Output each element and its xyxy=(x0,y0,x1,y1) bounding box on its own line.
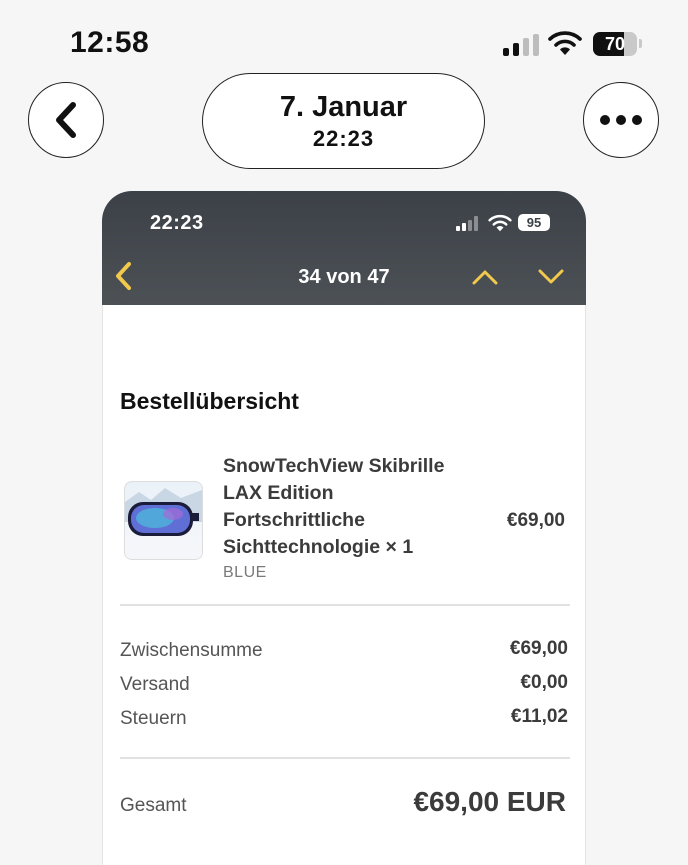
inner-battery-icon: 95 xyxy=(518,214,550,231)
back-button[interactable] xyxy=(28,82,104,158)
divider xyxy=(120,604,570,606)
total-label: Gesamt xyxy=(120,795,187,816)
inner-wifi-icon xyxy=(488,214,512,232)
summary-row-subtotal: Zwischensumme €69,00 xyxy=(120,638,568,662)
chevron-down-icon[interactable] xyxy=(536,265,566,289)
screenshot-preview: 22:23 95 34 von 47 Bestellübersicht Snow… xyxy=(102,191,586,865)
inner-status-time: 22:23 xyxy=(150,212,204,234)
battery-level: 70 xyxy=(604,34,626,54)
summary-value: €0,00 xyxy=(520,672,568,693)
more-button[interactable] xyxy=(583,82,659,158)
battery-tip xyxy=(639,39,642,48)
status-time: 12:58 xyxy=(70,26,150,59)
summary-value: €11,02 xyxy=(510,706,568,727)
cellular-signal-icon xyxy=(503,34,539,56)
header-date: 7. Januar xyxy=(279,91,408,123)
date-pill[interactable]: 7. Januar 22:23 xyxy=(202,73,485,169)
status-bar: 12:58 70 xyxy=(0,0,688,80)
summary-label: Versand xyxy=(120,674,190,695)
battery-icon: 70 xyxy=(593,32,637,56)
total-value: €69,00 EUR xyxy=(413,786,566,817)
order-summary: Bestellübersicht SnowTechView Skibrille … xyxy=(102,305,586,865)
wifi-icon xyxy=(548,31,582,55)
summary-row-tax: Steuern €11,02 xyxy=(120,706,568,730)
chevron-up-icon[interactable] xyxy=(470,265,500,289)
product-name: SnowTechView Skibrille LAX Edition Forts… xyxy=(223,455,445,558)
order-summary-title: Bestellübersicht xyxy=(120,388,299,414)
summary-row-shipping: Versand €0,00 xyxy=(120,672,568,696)
ski-goggles-image xyxy=(125,488,202,559)
chevron-left-icon xyxy=(56,102,76,138)
more-horizontal-icon xyxy=(600,115,642,125)
summary-value: €69,00 xyxy=(509,638,568,659)
product-image xyxy=(124,481,203,560)
summary-label: Zwischensumme xyxy=(120,640,263,661)
item-counter: 34 von 47 xyxy=(298,266,390,288)
summary-label: Steuern xyxy=(120,708,187,729)
header-time: 22:23 xyxy=(312,126,375,151)
inner-header: 22:23 95 34 von 47 xyxy=(102,191,586,305)
inner-cellular-signal-icon xyxy=(456,216,480,231)
divider xyxy=(120,757,570,759)
product-price: €69,00 xyxy=(506,510,565,531)
product-variant: BLUE xyxy=(223,564,267,581)
